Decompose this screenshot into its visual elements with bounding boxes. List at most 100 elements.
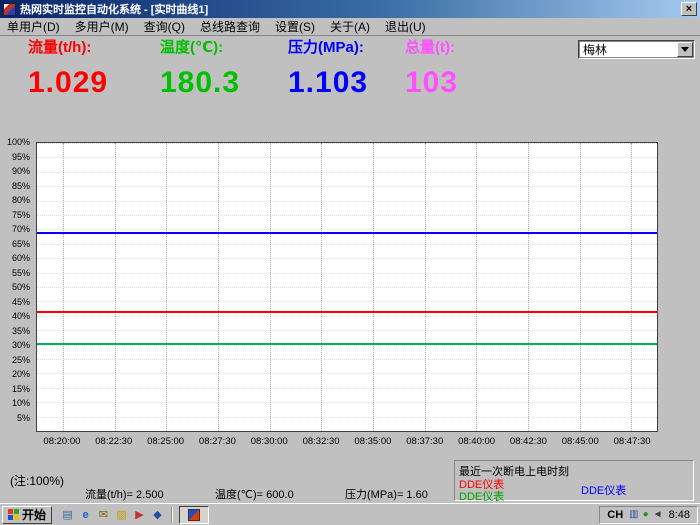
dde-meter-green: DDE仪表 xyxy=(459,488,504,504)
menu-bus-query[interactable]: 总线路查询 xyxy=(200,18,260,35)
y-tick-label: 15% xyxy=(0,384,30,394)
x-tick-label: 08:37:30 xyxy=(406,436,443,447)
app-window: 热网实时监控自动化系统 - [实时曲线1] × 单用户(D) 多用户(M) 查询… xyxy=(0,0,700,525)
h-gridline xyxy=(37,388,657,389)
y-tick-label: 30% xyxy=(0,340,30,350)
h-gridline xyxy=(37,201,657,202)
windows-logo-icon xyxy=(8,509,19,520)
quick-launch-bar: ▤e✉▨▶◆ xyxy=(60,507,165,522)
v-gridline xyxy=(321,143,322,431)
x-tick-label: 08:25:00 xyxy=(147,436,184,447)
reading-pressure: 压力(MPa): 1.103 xyxy=(288,36,368,100)
h-gridline xyxy=(37,172,657,173)
h-gridline xyxy=(37,244,657,245)
series-line-flow xyxy=(37,311,657,313)
y-tick-label: 85% xyxy=(0,181,30,191)
y-tick-label: 80% xyxy=(0,195,30,205)
h-gridline xyxy=(37,229,657,230)
total-value: 103 xyxy=(405,66,458,100)
v-gridline xyxy=(270,143,271,431)
menu-exit[interactable]: 退出(U) xyxy=(385,18,426,35)
y-tick-label: 90% xyxy=(0,166,30,176)
close-button[interactable]: × xyxy=(681,2,697,16)
window-title: 热网实时监控自动化系统 - [实时曲线1] xyxy=(20,1,681,17)
start-label: 开始 xyxy=(22,506,46,523)
v-gridline xyxy=(580,143,581,431)
app-icon xyxy=(3,3,16,16)
power-event-panel: 最近一次断电上电时刻 DDE仪表 DDE仪表 DDE仪表 xyxy=(454,460,694,501)
y-tick-label: 25% xyxy=(0,355,30,365)
v-gridline xyxy=(528,143,529,431)
temperature-label: 温度(℃): xyxy=(160,36,240,57)
pressure-scale-text: 压力(MPa)= 1.60 xyxy=(345,486,428,502)
flow-label: 流量(t/h): xyxy=(28,36,108,57)
y-tick-label: 75% xyxy=(0,210,30,220)
h-gridline xyxy=(37,359,657,360)
language-indicator[interactable]: CH xyxy=(607,509,623,521)
x-tick-label: 08:27:30 xyxy=(199,436,236,447)
dropdown-arrow-icon[interactable] xyxy=(677,42,693,57)
x-tick-label: 08:32:30 xyxy=(303,436,340,447)
realtime-chart: 100%95%90%85%80%75%70%65%60%55%50%45%40%… xyxy=(0,136,700,452)
internet-explorer-icon[interactable]: e xyxy=(78,507,93,522)
title-bar: 热网实时监控自动化系统 - [实时曲线1] × xyxy=(0,0,700,18)
v-gridline xyxy=(425,143,426,431)
total-label: 总量(t): xyxy=(405,36,458,57)
tray-icons: ▥ ● ◄ xyxy=(629,510,662,520)
y-tick-label: 55% xyxy=(0,268,30,278)
volume-icon[interactable]: ◄ xyxy=(653,510,663,520)
pressure-label: 压力(MPa): xyxy=(288,36,368,57)
app-task-icon xyxy=(188,509,200,521)
monitor-tray-icon[interactable]: ▥ xyxy=(629,510,638,520)
station-select-value: 梅林 xyxy=(583,41,607,58)
reading-total: 总量(t): 103 xyxy=(405,36,458,100)
start-button[interactable]: 开始 xyxy=(2,506,52,524)
dde-meter-blue: DDE仪表 xyxy=(581,482,626,498)
folder-icon[interactable]: ▨ xyxy=(114,507,129,522)
y-tick-label: 65% xyxy=(0,239,30,249)
app-shortcut-icon[interactable]: ◆ xyxy=(150,507,165,522)
y-tick-label: 40% xyxy=(0,311,30,321)
h-gridline xyxy=(37,330,657,331)
x-tick-label: 08:22:30 xyxy=(95,436,132,447)
clock: 8:48 xyxy=(669,509,690,521)
menu-about[interactable]: 关于(A) xyxy=(330,18,370,35)
menu-settings[interactable]: 设置(S) xyxy=(275,18,315,35)
h-gridline xyxy=(37,316,657,317)
h-gridline xyxy=(37,143,657,144)
menu-multi-user[interactable]: 多用户(M) xyxy=(75,18,129,35)
x-tick-label: 08:20:00 xyxy=(43,436,80,447)
taskbar-app-button[interactable] xyxy=(179,506,209,524)
media-player-icon[interactable]: ▶ xyxy=(132,507,147,522)
status-tray-icon[interactable]: ● xyxy=(643,510,649,520)
taskbar-divider xyxy=(171,507,173,523)
taskbar: 开始 ▤e✉▨▶◆ CH ▥ ● ◄ 8:48 xyxy=(0,503,700,525)
flow-value: 1.029 xyxy=(28,66,108,100)
y-tick-label: 100% xyxy=(0,137,30,147)
v-gridline xyxy=(476,143,477,431)
y-tick-label: 50% xyxy=(0,282,30,292)
menu-query[interactable]: 查询(Q) xyxy=(144,18,185,35)
h-gridline xyxy=(37,273,657,274)
plot-area xyxy=(36,142,658,432)
h-gridline xyxy=(37,417,657,418)
outlook-icon[interactable]: ✉ xyxy=(96,507,111,522)
x-tick-label: 08:45:00 xyxy=(562,436,599,447)
x-tick-label: 08:35:00 xyxy=(354,436,391,447)
series-line-pressure xyxy=(37,232,657,234)
scale-note: (注:100%) xyxy=(10,472,64,489)
x-tick-label: 08:40:00 xyxy=(458,436,495,447)
show-desktop-icon[interactable]: ▤ xyxy=(60,507,75,522)
y-axis: 100%95%90%85%80%75%70%65%60%55%50%45%40%… xyxy=(2,142,32,432)
v-gridline xyxy=(115,143,116,431)
system-tray: CH ▥ ● ◄ 8:48 xyxy=(599,506,698,524)
x-tick-label: 08:30:00 xyxy=(251,436,288,447)
h-gridline xyxy=(37,215,657,216)
station-select[interactable]: 梅林 xyxy=(578,40,695,59)
y-tick-label: 95% xyxy=(0,152,30,162)
v-gridline xyxy=(218,143,219,431)
menu-single-user[interactable]: 单用户(D) xyxy=(7,18,60,35)
h-gridline xyxy=(37,287,657,288)
h-gridline xyxy=(37,402,657,403)
y-tick-label: 70% xyxy=(0,224,30,234)
